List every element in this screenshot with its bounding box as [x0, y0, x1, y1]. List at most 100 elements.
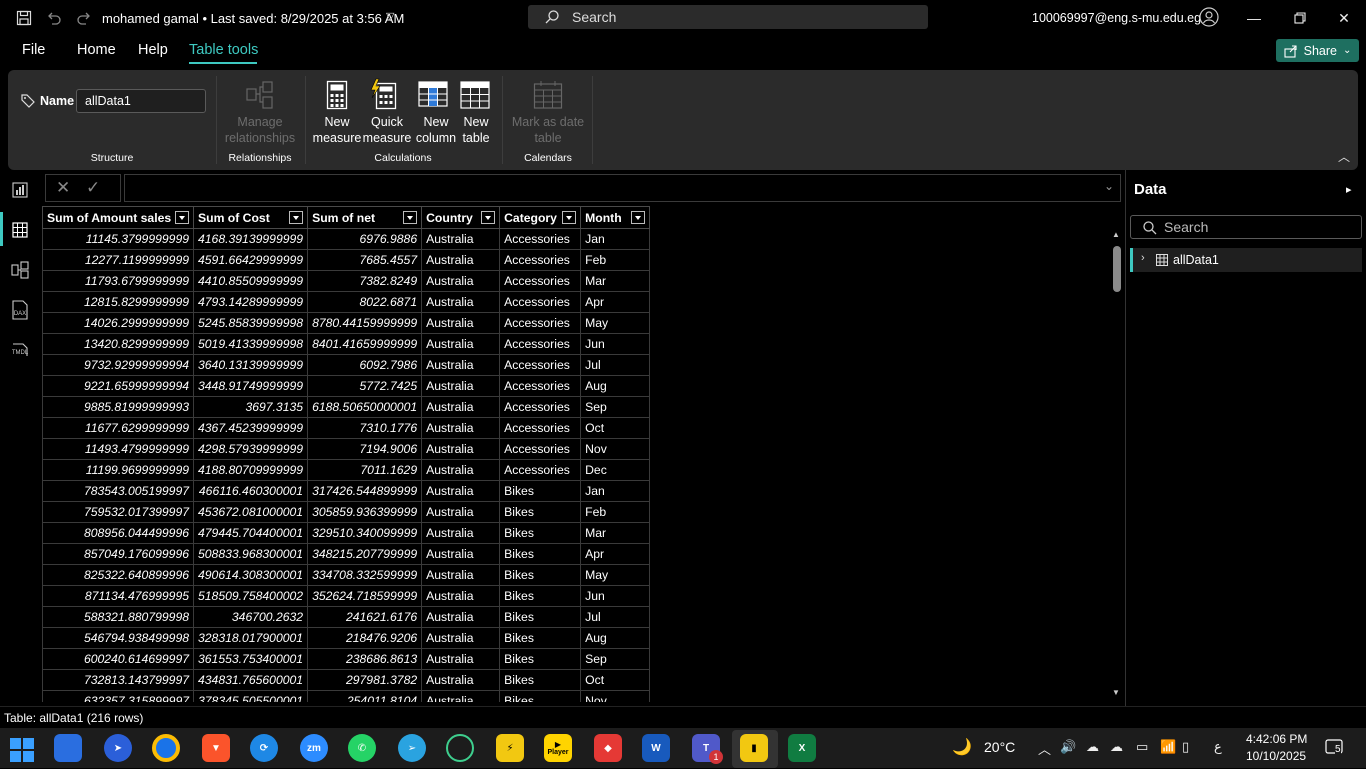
table-cell[interactable]: Accessories — [499, 270, 582, 292]
table-cell[interactable]: 632357.315899997 — [42, 690, 194, 702]
volume-icon[interactable]: 🔊 — [1060, 739, 1076, 755]
scroll-down-icon[interactable]: ▼ — [1112, 688, 1120, 697]
table-cell[interactable]: Accessories — [499, 228, 582, 250]
table-cell[interactable]: Bikes — [499, 627, 582, 649]
column-header[interactable]: Sum of net — [307, 206, 423, 229]
table-cell[interactable]: Australia — [421, 648, 501, 670]
table-name-input[interactable]: allData1 — [76, 89, 206, 113]
table-cell[interactable]: 3448.91749999999 — [192, 375, 309, 397]
table-cell[interactable]: 305859.936399999 — [307, 501, 423, 523]
table-cell[interactable]: Jul — [580, 354, 651, 376]
collapse-ribbon-icon[interactable]: ︿ — [1338, 148, 1350, 165]
table-cell[interactable]: Sep — [580, 396, 651, 418]
avatar-icon[interactable] — [1199, 7, 1219, 27]
table-cell[interactable]: 9732.92999999994 — [42, 354, 194, 376]
table-cell[interactable]: Bikes — [499, 606, 582, 628]
dax-query-view-icon[interactable]: DAX — [10, 300, 30, 320]
table-row[interactable]: 11145.3799999999 4168.39139999999 6976.988… — [42, 228, 651, 250]
table-cell[interactable]: 3697.3135 — [192, 396, 309, 418]
table-cell[interactable]: Australia — [421, 312, 501, 334]
table-cell[interactable]: 241621.6176 — [307, 606, 423, 628]
cloud-icon[interactable]: ☁ — [1110, 739, 1123, 755]
table-row[interactable]: 11793.6799999999 4410.85509999999 7382.824… — [42, 270, 651, 292]
table-cell[interactable]: Australia — [421, 417, 501, 439]
table-cell[interactable]: Accessories — [499, 396, 582, 418]
onedrive-icon[interactable]: ☁ — [1086, 739, 1099, 755]
power-bi-icon[interactable]: ▮ — [740, 734, 768, 762]
menu-home[interactable]: Home — [77, 42, 116, 58]
table-cell[interactable]: Mar — [580, 522, 651, 544]
table-cell[interactable]: Bikes — [499, 669, 582, 691]
table-cell[interactable]: Australia — [421, 501, 501, 523]
language-indicator[interactable]: ع — [1214, 739, 1222, 755]
table-row[interactable]: 12277.1199999999 4591.66429999999 7685.455… — [42, 249, 651, 271]
table-cell[interactable]: 7685.4557 — [307, 249, 423, 271]
table-cell[interactable]: Accessories — [499, 291, 582, 313]
cancel-icon[interactable]: ✕ — [56, 178, 70, 198]
display-icon[interactable]: ▭ — [1136, 739, 1148, 755]
table-cell[interactable]: Australia — [421, 459, 501, 481]
new-measure-button[interactable]: New measure — [310, 114, 364, 146]
table-row[interactable]: 13420.8299999999 5019.41339999998 8401.416… — [42, 333, 651, 355]
table-cell[interactable]: 434831.765600001 — [192, 669, 309, 691]
account-email[interactable]: 100069997@eng.s-mu.edu.eg — [1032, 11, 1201, 25]
table-cell[interactable]: Aug — [580, 627, 651, 649]
minimize-icon[interactable]: — — [1244, 8, 1264, 28]
tmdl-view-icon[interactable]: TMDL — [10, 340, 30, 360]
table-cell[interactable]: Australia — [421, 606, 501, 628]
table-cell[interactable]: 7310.1776 — [307, 417, 423, 439]
table-cell[interactable]: 9885.81999999993 — [42, 396, 194, 418]
clock-date[interactable]: 10/10/2025 — [1246, 749, 1306, 763]
table-cell[interactable]: 7011.1629 — [307, 459, 423, 481]
table-cell[interactable]: 254011.8104 — [307, 690, 423, 702]
brave-icon[interactable]: ▼ — [202, 734, 230, 762]
table-row[interactable]: 732813.143799997 434831.765600001 297981.3… — [42, 669, 651, 691]
table-cell[interactable]: Bikes — [499, 480, 582, 502]
table-cell[interactable]: 732813.143799997 — [42, 669, 194, 691]
table-row[interactable]: 11677.6299999999 4367.45239999999 7310.177… — [42, 417, 651, 439]
table-row[interactable]: 825322.640899996 490614.308300001 334708.3… — [42, 564, 651, 586]
menu-file[interactable]: File — [22, 42, 45, 58]
table-row[interactable]: 9732.92999999994 3640.13139999999 6092.798… — [42, 354, 651, 376]
table-cell[interactable]: 11793.6799999999 — [42, 270, 194, 292]
table-cell[interactable]: 11677.6299999999 — [42, 417, 194, 439]
excel-icon[interactable]: X — [788, 734, 816, 762]
vpn-icon[interactable] — [446, 734, 474, 762]
windows-start-icon[interactable] — [8, 736, 36, 764]
filter-dropdown-icon[interactable] — [175, 211, 189, 224]
table-cell[interactable]: 6092.7986 — [307, 354, 423, 376]
scrollbar-thumb[interactable] — [1113, 246, 1121, 292]
table-cell[interactable]: Accessories — [499, 438, 582, 460]
table-cell[interactable]: 4168.39139999999 — [192, 228, 309, 250]
app-icon-arrow[interactable]: ➤ — [104, 734, 132, 762]
table-cell[interactable]: 361553.753400001 — [192, 648, 309, 670]
table-cell[interactable]: Australia — [421, 396, 501, 418]
table-cell[interactable]: 479445.704400001 — [192, 522, 309, 544]
expand-formula-icon[interactable]: ⌄ — [1104, 179, 1114, 193]
table-cell[interactable]: Bikes — [499, 690, 582, 702]
table-cell[interactable]: Accessories — [499, 375, 582, 397]
table-cell[interactable]: Australia — [421, 375, 501, 397]
save-icon[interactable] — [14, 8, 34, 28]
table-cell[interactable]: Australia — [421, 690, 501, 702]
table-cell[interactable]: Accessories — [499, 249, 582, 271]
table-cell[interactable]: 453672.081000001 — [192, 501, 309, 523]
wifi-icon[interactable]: 📶 — [1160, 739, 1176, 755]
table-cell[interactable]: Jan — [580, 228, 651, 250]
table-cell[interactable]: Jan — [580, 480, 651, 502]
table-cell[interactable]: Australia — [421, 270, 501, 292]
table-cell[interactable]: Australia — [421, 438, 501, 460]
table-cell[interactable]: Bikes — [499, 543, 582, 565]
table-cell[interactable]: 297981.3782 — [307, 669, 423, 691]
table-cell[interactable]: 4410.85509999999 — [192, 270, 309, 292]
table-row[interactable]: 783543.005199997 466116.460300001 317426.5… — [42, 480, 651, 502]
column-header[interactable]: Country — [421, 206, 501, 229]
table-cell[interactable]: Feb — [580, 501, 651, 523]
table-cell[interactable]: Accessories — [499, 417, 582, 439]
column-header[interactable]: Month — [580, 206, 651, 229]
mark-as-date-table-button[interactable]: Mark as date table — [506, 114, 590, 146]
filter-dropdown-icon[interactable] — [631, 211, 646, 224]
table-cell[interactable]: Australia — [421, 228, 501, 250]
table-row[interactable]: 857049.176099996 508833.968300001 348215.2… — [42, 543, 651, 565]
redo-icon[interactable] — [74, 8, 94, 28]
